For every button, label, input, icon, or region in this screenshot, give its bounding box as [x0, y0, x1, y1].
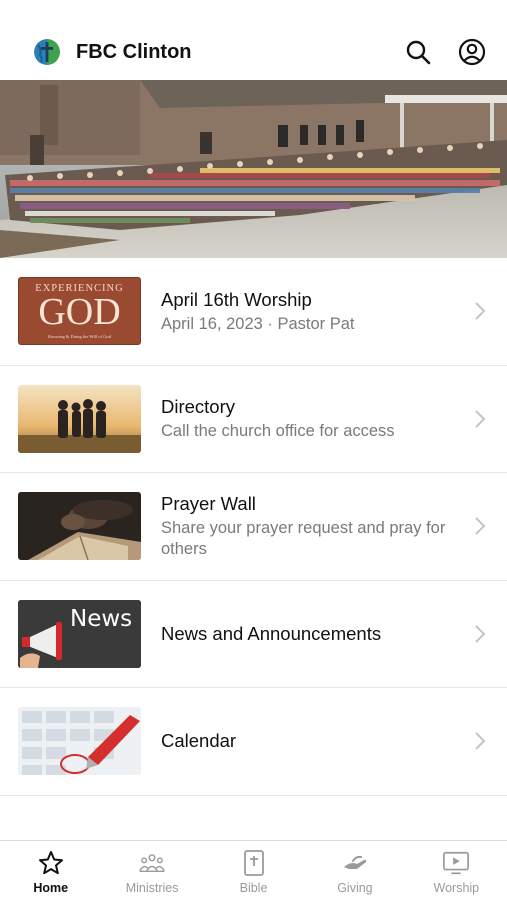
account-circle-icon	[458, 38, 486, 66]
tab-label: Giving	[337, 881, 373, 895]
chevron-right-icon	[475, 517, 486, 535]
list-item-text: April 16th Worship April 16, 2023 · Past…	[161, 288, 473, 335]
tab-worship[interactable]: Worship	[406, 841, 507, 900]
tab-bible[interactable]: Bible	[203, 841, 304, 900]
app-title: FBC Clinton	[76, 40, 192, 63]
list-item-text: Calendar	[161, 729, 473, 753]
bible-icon	[240, 849, 268, 877]
bottom-tab-bar: Home Ministries Bible Giving Worship	[0, 840, 507, 900]
search-icon	[406, 40, 431, 65]
list-item-text: Directory Call the church office for acc…	[161, 395, 473, 442]
list-item-title: April 16th Worship	[161, 288, 312, 310]
list-item-subtitle: Call the church office for access	[161, 422, 395, 441]
list-item-title: News and Announcements	[161, 622, 382, 644]
tab-label: Ministries	[125, 881, 179, 895]
megaphone-news-thumbnail: News	[18, 599, 141, 668]
star-icon	[37, 849, 65, 877]
thumb-caption-main: GOD	[38, 291, 121, 334]
tab-ministries[interactable]: Ministries	[101, 841, 202, 900]
tab-label: Bible	[239, 881, 268, 895]
tab-label: Worship	[433, 881, 480, 895]
chevron-right-icon	[475, 410, 486, 428]
search-button[interactable]	[403, 37, 433, 67]
experiencing-god-thumbnail: EXPERIENCING GOD Knowing & Doing the Wil…	[18, 277, 141, 346]
people-group-icon	[138, 849, 166, 877]
thumb-caption-bottom: Knowing & Doing the Will of God	[48, 334, 111, 340]
chevron-right-icon	[475, 625, 486, 643]
list-item-title: Calendar	[161, 730, 237, 752]
tab-home[interactable]: Home	[0, 841, 101, 900]
praying-hands-thumbnail	[18, 492, 141, 561]
list-item-text: News and Announcements	[161, 622, 473, 646]
tab-label: Home	[33, 881, 69, 895]
chevron-right-icon	[475, 732, 486, 750]
church-logo-icon	[34, 39, 60, 65]
content-list: EXPERIENCING GOD Knowing & Doing the Wil…	[0, 258, 507, 796]
giving-hand-icon	[341, 849, 369, 877]
list-item-calendar[interactable]: Calendar	[0, 688, 507, 796]
group-silhouette-thumbnail	[18, 384, 141, 453]
list-item-directory[interactable]: Directory Call the church office for acc…	[0, 366, 507, 473]
list-item-subtitle: April 16, 2023 · Pastor Pat	[161, 314, 355, 333]
list-item-worship[interactable]: EXPERIENCING GOD Knowing & Doing the Wil…	[0, 258, 507, 366]
list-item-prayer-wall[interactable]: Prayer Wall Share your prayer request an…	[0, 473, 507, 581]
list-item-title: Directory	[161, 396, 236, 418]
list-item-subtitle: Share your prayer request and pray for o…	[161, 519, 446, 559]
list-item-news[interactable]: News News and Announcements	[0, 581, 507, 688]
list-item-text: Prayer Wall Share your prayer request an…	[161, 492, 473, 560]
chevron-right-icon	[475, 302, 486, 320]
hero-church-photo	[0, 80, 507, 258]
status-bar	[0, 0, 507, 24]
profile-button[interactable]	[457, 37, 487, 67]
tab-giving[interactable]: Giving	[304, 841, 405, 900]
play-screen-icon	[442, 849, 470, 877]
calendar-pen-thumbnail	[18, 707, 141, 776]
thumb-caption-main: News	[70, 605, 133, 632]
app-header: FBC Clinton	[0, 24, 507, 80]
list-item-title: Prayer Wall	[161, 493, 256, 515]
